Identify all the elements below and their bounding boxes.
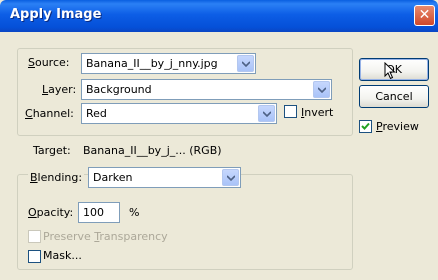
preview-label[interactable]: Preview xyxy=(376,120,419,133)
close-button[interactable]: ✕ xyxy=(414,5,435,26)
blending-value: Darken xyxy=(93,171,133,184)
opacity-input[interactable]: 100 xyxy=(78,202,120,223)
blending-label: Blending: xyxy=(28,171,85,184)
channel-select[interactable]: Red xyxy=(81,103,277,124)
chevron-down-icon[interactable] xyxy=(222,169,239,186)
dialog-body: Source: Banana_II__by_j_nny.jpg Layer: B… xyxy=(3,32,435,277)
invert-label[interactable]: Invert xyxy=(301,106,333,119)
source-select[interactable]: Banana_II__by_j_nny.jpg xyxy=(81,53,256,74)
preserve-transparency-label: Preserve Transparency xyxy=(43,230,168,243)
layer-label: Layer: xyxy=(42,83,77,96)
channel-value: Red xyxy=(86,107,107,120)
title-bar: Apply Image ✕ xyxy=(0,0,438,32)
target-value: Banana_II__by_j_... (RGB) xyxy=(83,144,222,157)
source-label-rest: ource: xyxy=(34,56,70,69)
channel-label: Channel: xyxy=(25,107,74,120)
source-label: Source: xyxy=(28,56,70,69)
mask-checkbox[interactable] xyxy=(28,250,41,263)
checkmark-icon xyxy=(361,122,370,130)
layer-select[interactable]: Background xyxy=(81,79,332,100)
chevron-down-icon[interactable] xyxy=(237,55,254,72)
opacity-label: Opacity: xyxy=(28,206,74,219)
blending-select[interactable]: Darken xyxy=(88,167,241,188)
source-value: Banana_II__by_j_nny.jpg xyxy=(86,57,218,70)
mask-label[interactable]: Mask... xyxy=(43,249,82,262)
invert-checkbox[interactable] xyxy=(284,105,297,118)
preserve-transparency-checkbox[interactable] xyxy=(28,230,41,243)
opacity-unit: % xyxy=(129,206,140,219)
preview-checkbox[interactable] xyxy=(359,120,372,133)
mouse-cursor-icon xyxy=(384,62,396,80)
window-title: Apply Image xyxy=(10,7,102,22)
chevron-down-icon[interactable] xyxy=(313,81,330,98)
layer-value: Background xyxy=(86,83,152,96)
cancel-button[interactable]: Cancel xyxy=(359,85,429,108)
target-label: Target: xyxy=(33,144,71,157)
chevron-down-icon[interactable] xyxy=(258,105,275,122)
close-icon: ✕ xyxy=(418,7,431,23)
